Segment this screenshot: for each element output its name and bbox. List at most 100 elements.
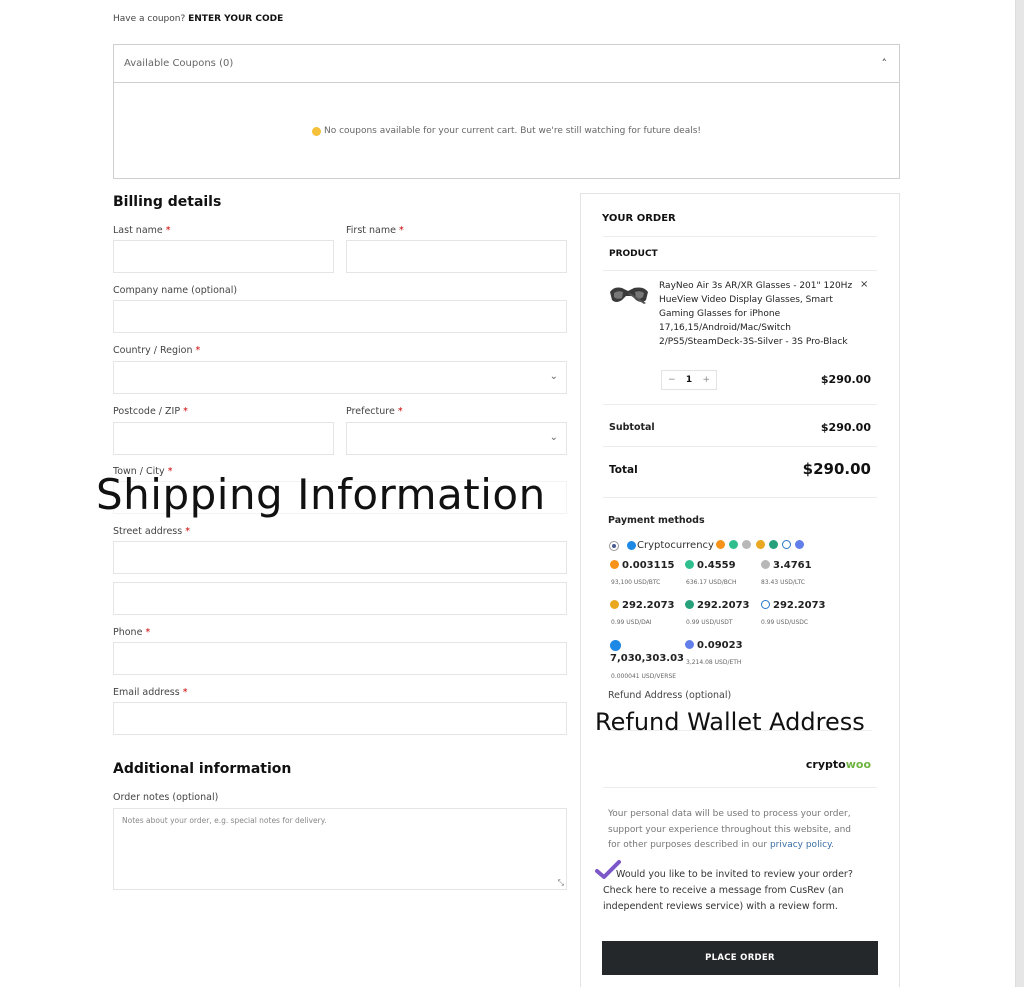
street-label: Street address * <box>113 526 190 537</box>
ltc-icon <box>742 540 752 549</box>
radio-selected-icon[interactable] <box>609 540 619 551</box>
divider <box>603 404 877 405</box>
verse-amount: 7,030,303.03 <box>610 640 684 664</box>
place-order-button[interactable]: PLACE ORDER <box>602 941 878 975</box>
company-input[interactable] <box>113 300 567 333</box>
usdt-icon <box>685 600 694 609</box>
item-price: $290.00 <box>820 373 871 386</box>
ltc-icon <box>761 560 770 569</box>
dai-amount: 292.2073 <box>610 600 675 611</box>
plus-icon[interactable]: + <box>702 375 710 385</box>
dai-icon <box>610 600 619 609</box>
country-label: Country / Region * <box>113 345 201 356</box>
refund-address-label: Refund Address (optional) <box>608 690 732 701</box>
email-input[interactable] <box>113 702 567 735</box>
eth-icon <box>795 540 805 549</box>
remove-item-icon[interactable]: × <box>860 279 868 290</box>
street-input-1[interactable] <box>113 541 567 574</box>
order-summary-panel: YOUR ORDER PRODUCT RayNeo Air 3s AR/XR G… <box>580 193 900 987</box>
bch-rate: 636.17 USD/BCH <box>686 579 737 586</box>
postcode-label: Postcode / ZIP * <box>113 406 188 417</box>
ltc-rate: 83.43 USD/LTC <box>761 579 805 586</box>
total-value: $290.00 <box>802 460 871 478</box>
email-label: Email address * <box>113 687 188 698</box>
country-select[interactable]: ⌄ <box>113 361 567 394</box>
your-order-title: YOUR ORDER <box>602 213 676 224</box>
review-opt-in-label[interactable]: Would you like to be invited to review y… <box>603 867 877 915</box>
usdc-icon <box>781 540 791 549</box>
shipping-information-overlay: Shipping Information <box>96 470 546 519</box>
quantity-value[interactable]: 1 <box>686 375 692 385</box>
billing-title: Billing details <box>113 194 222 210</box>
coupons-empty-state: No coupons available for your current ca… <box>114 83 899 179</box>
dai-icon <box>755 540 765 549</box>
usdc-icon <box>761 600 770 609</box>
street-input-2[interactable] <box>113 582 567 615</box>
dai-rate: 0.99 USD/DAI <box>611 619 652 626</box>
checkout-page: Have a coupon? ENTER YOUR CODE Available… <box>0 0 1014 987</box>
coupon-prompt: Have a coupon? ENTER YOUR CODE <box>113 14 283 24</box>
chevron-up-icon[interactable]: ˄ <box>882 57 888 70</box>
eth-icon <box>685 640 694 649</box>
verse-coin-icon <box>627 541 636 550</box>
ltc-amount: 3.4761 <box>761 560 812 571</box>
usdc-amount: 292.2073 <box>761 600 826 611</box>
enter-code-link[interactable]: ENTER YOUR CODE <box>188 14 283 24</box>
quantity-stepper[interactable]: − 1 + <box>661 370 717 390</box>
chevron-down-icon: ⌄ <box>549 432 558 443</box>
sad-face-icon <box>311 126 321 136</box>
divider <box>603 236 877 237</box>
postcode-input[interactable] <box>113 422 334 455</box>
payment-option-crypto[interactable]: Cryptocurrency <box>609 540 805 551</box>
divider <box>603 270 877 271</box>
eth-amount: 0.09023 <box>685 640 743 651</box>
product-thumbnail[interactable] <box>608 282 650 308</box>
subtotal-value: $290.00 <box>820 421 871 434</box>
cryptowoo-logo: cryptowoo <box>805 758 871 771</box>
payment-method-label: Cryptocurrency <box>637 540 714 551</box>
phone-label: Phone * <box>113 627 151 638</box>
total-label: Total <box>609 464 638 476</box>
btc-icon <box>610 560 619 569</box>
page-scrollbar[interactable] <box>1015 0 1024 987</box>
first-name-label: First name * <box>346 225 404 236</box>
company-label: Company name (optional) <box>113 285 238 296</box>
product-name[interactable]: RayNeo Air 3s AR/XR Glasses - 201" 120Hz… <box>659 279 859 349</box>
subtotal-label: Subtotal <box>609 422 655 433</box>
usdc-rate: 0.99 USD/USDC <box>761 619 809 626</box>
minus-icon[interactable]: − <box>668 375 676 385</box>
verse-rate: 0.000041 USD/VERSE <box>611 673 677 680</box>
btc-icon <box>715 540 725 549</box>
order-notes-placeholder: Notes about your order, e.g. special not… <box>122 816 327 825</box>
btc-amount: 0.003115 <box>610 560 675 571</box>
eth-rate: 3,214.08 USD/ETH <box>686 659 742 666</box>
last-name-input[interactable] <box>113 240 334 273</box>
available-coupons-label: Available Coupons (0) <box>124 58 234 69</box>
bch-icon <box>729 540 739 549</box>
order-notes-label: Order notes (optional) <box>113 792 219 803</box>
prefecture-label: Prefecture * <box>346 406 403 417</box>
bch-icon <box>685 560 694 569</box>
usdt-rate: 0.99 USD/USDT <box>686 619 733 626</box>
divider <box>603 497 877 498</box>
btc-rate: 93,100 USD/BTC <box>611 579 661 586</box>
chevron-down-icon: ⌄ <box>549 371 558 382</box>
coupons-panel-header[interactable]: Available Coupons (0) ˄ <box>114 45 899 83</box>
bch-amount: 0.4559 <box>685 560 736 571</box>
divider <box>603 787 877 788</box>
privacy-policy-link[interactable]: privacy policy <box>770 840 831 850</box>
verse-icon <box>610 640 621 651</box>
payment-methods-title: Payment methods <box>608 515 705 526</box>
phone-input[interactable] <box>113 642 567 675</box>
product-column-header: PRODUCT <box>609 249 658 259</box>
usdt-amount: 292.2073 <box>685 600 750 611</box>
coupons-empty-message: No coupons available for your current ca… <box>323 126 702 136</box>
prefecture-select[interactable]: ⌄ <box>346 422 567 455</box>
coupons-panel: Available Coupons (0) ˄ No coupons avail… <box>113 44 900 179</box>
refund-wallet-overlay: Refund Wallet Address <box>595 708 865 736</box>
last-name-label: Last name * <box>113 225 171 236</box>
resize-handle-icon[interactable]: ⤡ <box>558 878 564 888</box>
first-name-input[interactable] <box>346 240 567 273</box>
order-notes-textarea[interactable]: Notes about your order, e.g. special not… <box>113 808 567 890</box>
coupon-prompt-text: Have a coupon? <box>113 14 186 24</box>
